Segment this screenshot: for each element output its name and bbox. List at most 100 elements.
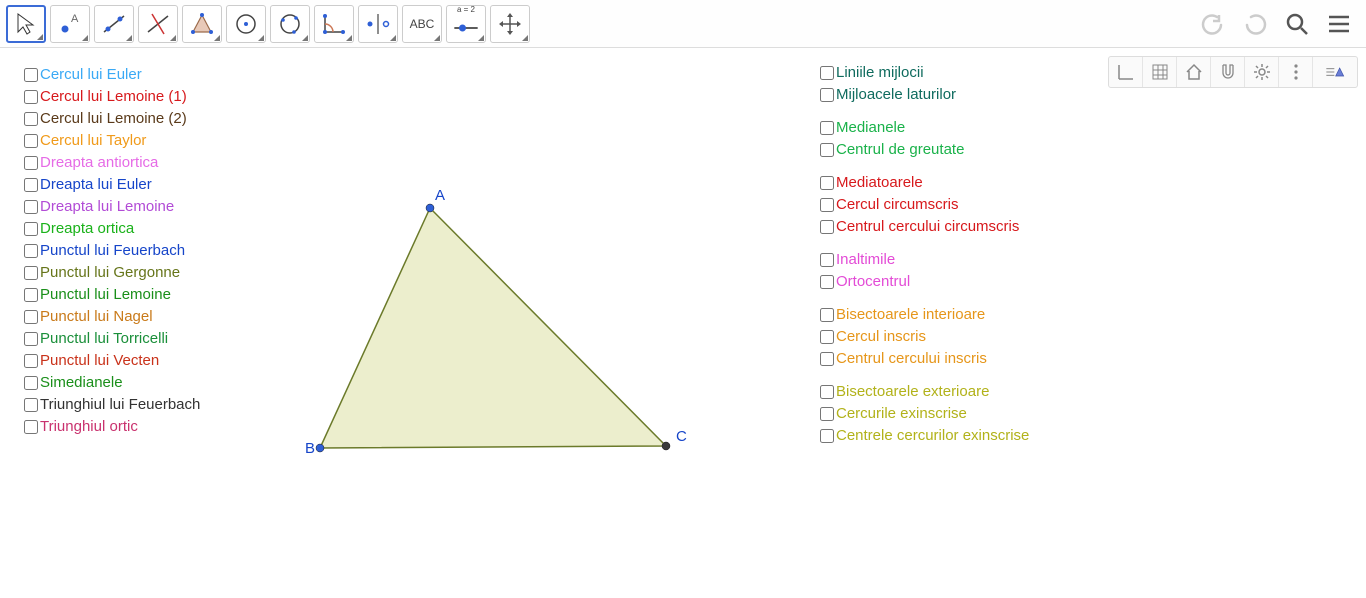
right-option[interactable]: Centrul cercului inscris [820,348,1029,369]
right-option[interactable]: Bisectoarele exterioare [820,381,1029,402]
checkbox[interactable] [820,429,834,443]
option-label: Cercul lui Euler [40,64,142,85]
right-option[interactable]: Centrul de greutate [820,139,1029,160]
left-option[interactable]: Punctul lui Nagel [24,306,200,327]
left-option[interactable]: Dreapta lui Euler [24,174,200,195]
right-option[interactable]: Liniile mijlocii [820,62,1029,83]
checkbox[interactable] [820,66,834,80]
settings-button[interactable] [1245,57,1279,87]
text-tool[interactable]: ABC [402,5,442,43]
checkbox[interactable] [24,266,38,280]
checkbox[interactable] [24,68,38,82]
slider-tool[interactable]: a = 2 [446,5,486,43]
left-option[interactable]: Punctul lui Torricelli [24,328,200,349]
left-option[interactable]: Punctul lui Vecten [24,350,200,371]
checkbox[interactable] [24,244,38,258]
checkbox[interactable] [820,385,834,399]
checkbox[interactable] [820,352,834,366]
left-option[interactable]: Cercul lui Lemoine (1) [24,86,200,107]
more-button[interactable] [1279,57,1313,87]
right-option[interactable]: Ortocentrul [820,271,1029,292]
option-label: Dreapta ortica [40,218,134,239]
vertex-B[interactable] [316,444,324,452]
checkbox[interactable] [24,134,38,148]
right-option[interactable]: Medianele [820,117,1029,138]
checkbox[interactable] [820,407,834,421]
polygon-tool[interactable] [182,5,222,43]
undo-button[interactable] [1194,5,1232,43]
checkbox[interactable] [24,310,38,324]
left-option[interactable]: Dreapta ortica [24,218,200,239]
left-option[interactable]: Cercul lui Euler [24,64,200,85]
style-bar-button[interactable] [1313,57,1357,87]
left-option[interactable]: Punctul lui Gergonne [24,262,200,283]
left-option[interactable]: Cercul lui Lemoine (2) [24,108,200,129]
move-tool[interactable] [6,5,46,43]
left-option[interactable]: Dreapta lui Lemoine [24,196,200,217]
option-label: Simedianele [40,372,123,393]
axes-toggle[interactable] [1109,57,1143,87]
checkbox[interactable] [24,222,38,236]
left-option[interactable]: Dreapta antiortica [24,152,200,173]
checkbox[interactable] [24,420,38,434]
right-option[interactable]: Mediatoarele [820,172,1029,193]
checkbox[interactable] [24,112,38,126]
snap-toggle[interactable] [1211,57,1245,87]
left-option[interactable]: Simedianele [24,372,200,393]
checkbox[interactable] [820,308,834,322]
option-label: Ortocentrul [836,271,910,292]
grid-toggle[interactable] [1143,57,1177,87]
left-option[interactable]: Triunghiul ortic [24,416,200,437]
graphics-canvas[interactable]: Cercul lui EulerCercul lui Lemoine (1)Ce… [0,48,1366,598]
checkbox[interactable] [24,156,38,170]
checkbox[interactable] [820,253,834,267]
checkbox[interactable] [820,143,834,157]
right-option[interactable]: Mijloacele laturilor [820,84,1029,105]
left-option[interactable]: Triunghiul lui Feuerbach [24,394,200,415]
right-option[interactable]: Cercurile exinscrise [820,403,1029,424]
right-option[interactable]: Inaltimile [820,249,1029,270]
checkbox[interactable] [24,90,38,104]
checkbox[interactable] [24,288,38,302]
move-view-tool[interactable] [490,5,530,43]
checkbox[interactable] [820,198,834,212]
view-controls [1108,56,1358,88]
menu-button[interactable] [1320,5,1358,43]
right-option[interactable]: Cercul circumscris [820,194,1029,215]
right-option[interactable]: Cercul inscris [820,326,1029,347]
checkbox[interactable] [24,398,38,412]
checkbox[interactable] [24,332,38,346]
checkbox[interactable] [820,330,834,344]
checkbox[interactable] [24,178,38,192]
right-option[interactable]: Centrele cercurilor exinscrise [820,425,1029,446]
checkbox[interactable] [24,376,38,390]
checkbox[interactable] [820,88,834,102]
perpendicular-tool[interactable] [138,5,178,43]
axes-icon [1116,62,1136,82]
reflect-tool[interactable] [358,5,398,43]
left-option[interactable]: Punctul lui Lemoine [24,284,200,305]
right-option[interactable]: Centrul cercului circumscris [820,216,1029,237]
left-option[interactable]: Cercul lui Taylor [24,130,200,151]
redo-button[interactable] [1236,5,1274,43]
line-tool[interactable] [94,5,134,43]
search-button[interactable] [1278,5,1316,43]
left-option[interactable]: Punctul lui Feuerbach [24,240,200,261]
checkbox[interactable] [24,354,38,368]
vertex-C[interactable] [662,442,670,450]
gear-icon [1252,62,1272,82]
circle-tool[interactable] [226,5,266,43]
angle-tool[interactable] [314,5,354,43]
group-spacer [820,370,1029,380]
checkbox[interactable] [820,121,834,135]
point-tool[interactable]: A [50,5,90,43]
checkbox[interactable] [24,200,38,214]
checkbox[interactable] [820,176,834,190]
right-option[interactable]: Bisectoarele interioare [820,304,1029,325]
option-label: Dreapta lui Euler [40,174,152,195]
checkbox[interactable] [820,275,834,289]
home-button[interactable] [1177,57,1211,87]
vertex-A[interactable] [426,204,434,212]
checkbox[interactable] [820,220,834,234]
conic-tool[interactable] [270,5,310,43]
